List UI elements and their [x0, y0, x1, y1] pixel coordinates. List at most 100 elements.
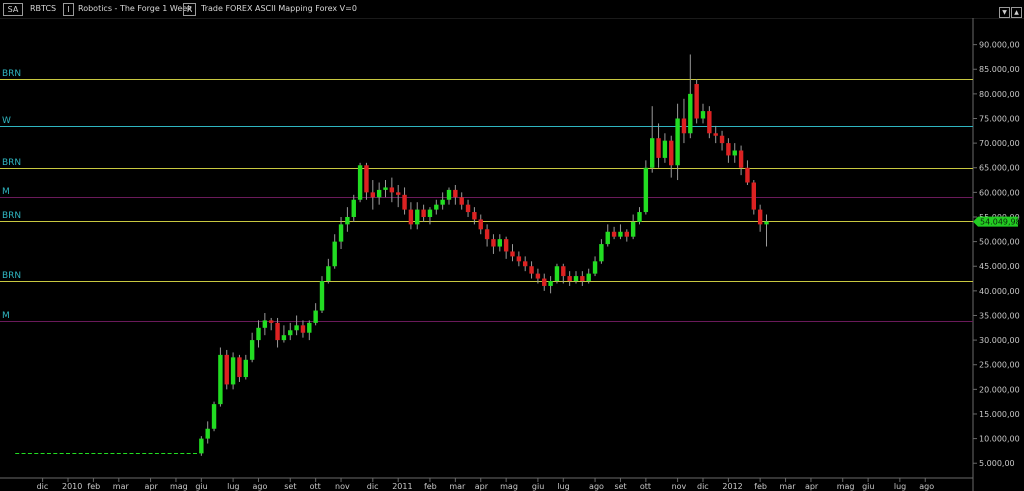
candle [313, 303, 318, 326]
level-label-w: W [2, 115, 11, 126]
candle [224, 349, 229, 390]
level-label-m: M [2, 186, 10, 197]
candle [650, 106, 655, 173]
candle [332, 234, 337, 269]
candle [751, 180, 756, 215]
candle-body-up [326, 266, 331, 282]
candle-body-down [364, 165, 369, 193]
candle-body-down [484, 229, 490, 240]
candle-body-down [542, 278, 547, 286]
candle-body-up [637, 212, 642, 222]
candle-body-down [510, 251, 515, 257]
candlestick-chart[interactable]: 5.000,00 10.000,00 15.000,00 20.000,00 25.00… [0, 0, 1024, 491]
candle-body-up [338, 224, 344, 242]
candle [554, 263, 560, 284]
candle [269, 317, 274, 331]
candle [446, 187, 452, 205]
candle-body-down [503, 239, 509, 252]
x-tick-label: mar [449, 482, 466, 491]
candle-body-up [281, 335, 287, 341]
candle [719, 130, 725, 151]
candle [611, 226, 617, 240]
y-tick-label: 25.000,00 [979, 361, 1020, 370]
x-tick-label: 2010 [62, 482, 82, 491]
candle [249, 332, 255, 363]
candle-body-down [389, 187, 395, 193]
candle [262, 313, 268, 336]
candle [681, 98, 687, 144]
candle [637, 207, 642, 225]
candle-body-down [402, 194, 407, 210]
candle-body-down [396, 192, 401, 195]
x-tick-label: dic [37, 482, 49, 491]
candle-body-down [275, 322, 280, 341]
x-tick-label: dic [367, 482, 379, 491]
candle [567, 271, 572, 286]
candle [434, 199, 439, 215]
candle [745, 160, 750, 185]
candle [726, 138, 731, 163]
candle-body-up [345, 216, 350, 225]
candle-body-down [224, 354, 229, 385]
x-tick-label: lug [557, 482, 569, 491]
candle [592, 256, 598, 277]
x-tick-label: giu [195, 482, 207, 491]
candle [618, 224, 623, 240]
candle [256, 320, 261, 348]
candle-body-up [249, 340, 255, 360]
x-tick-label: ott [310, 482, 321, 491]
candle [453, 184, 458, 205]
candle-body-up [415, 209, 420, 225]
candle-body-up [599, 244, 604, 262]
candle [497, 234, 502, 252]
candle [561, 263, 566, 284]
x-tick-label: nov [672, 482, 687, 491]
candle [364, 162, 369, 200]
y-tick-label: 35.000,00 [979, 311, 1020, 320]
candle-body-up [243, 359, 248, 378]
x-tick-label: apr [475, 482, 489, 491]
candle-body-up [262, 320, 268, 328]
candle-body-up [688, 93, 693, 134]
candle-body-up [230, 357, 236, 385]
x-tick-label: 2012 [722, 482, 742, 491]
y-tick-label: 20.000,00 [979, 385, 1020, 394]
x-tick-label: ago [253, 482, 268, 491]
candle-body-down [707, 111, 712, 134]
x-tick-label: giu [862, 482, 874, 491]
candle-body-down [523, 261, 528, 267]
x-tick-label: set [284, 482, 296, 491]
candle [345, 207, 350, 232]
candle [764, 214, 769, 247]
candle-body-up [700, 111, 706, 119]
candle [580, 271, 585, 286]
candle [281, 325, 287, 343]
candle [230, 352, 236, 390]
x-tick-label: mag [170, 482, 188, 491]
candle-body-down [300, 325, 306, 333]
candle [199, 436, 204, 456]
candle [599, 239, 604, 264]
y-tick-label: 10.000,00 [979, 435, 1020, 444]
candle-body-up [383, 187, 388, 190]
candle [630, 214, 636, 240]
last-price-marker: 54.049,98 [973, 216, 1021, 227]
level-label-brn: BRN [2, 157, 22, 168]
candle-body-down [453, 189, 458, 198]
x-tick-label: mag [500, 482, 518, 491]
candle-body-up [256, 327, 261, 341]
candle [415, 202, 420, 230]
candle [478, 214, 483, 235]
candle-body-up [332, 241, 337, 267]
level-label-brn: BRN [2, 270, 22, 281]
candle-body-down [567, 276, 572, 282]
candle-body-up [211, 404, 217, 429]
x-tick-label: 2011 [392, 482, 412, 491]
candle-body-up [434, 204, 439, 210]
candle-body-down [726, 143, 731, 156]
candle [694, 79, 699, 124]
candle-body-up [573, 276, 579, 282]
x-tick-label: lug [227, 482, 239, 491]
x-tick-label: dic [697, 482, 709, 491]
candle [523, 256, 528, 272]
